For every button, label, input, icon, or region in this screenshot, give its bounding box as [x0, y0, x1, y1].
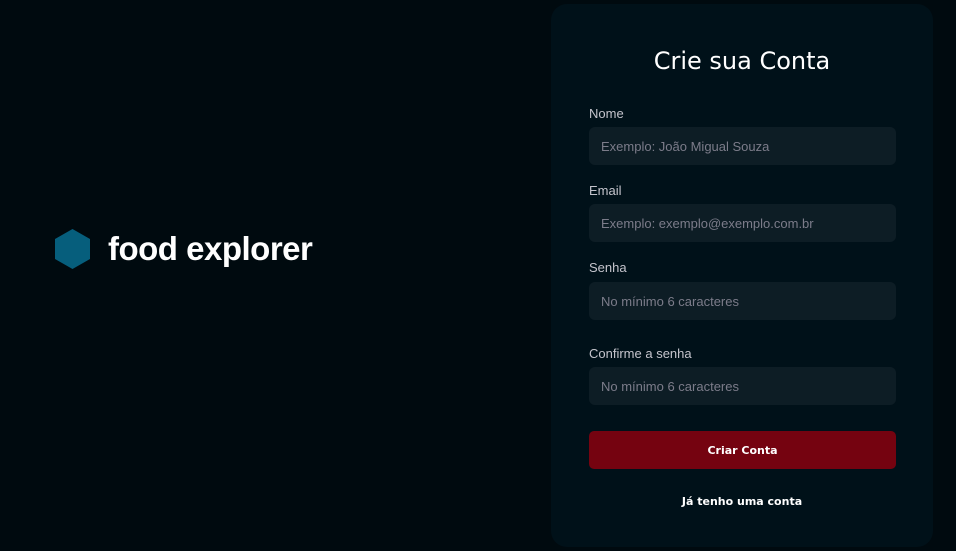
brand-name: food explorer: [108, 230, 313, 267]
email-label: Email: [589, 183, 622, 198]
confirm-password-field[interactable]: [589, 367, 896, 405]
password-label: Senha: [589, 260, 627, 275]
hexagon-icon: [55, 229, 90, 269]
login-link[interactable]: Já tenho uma conta: [551, 494, 933, 510]
signup-page: food explorer Crie sua Conta Nome Email …: [0, 0, 956, 551]
name-field[interactable]: [589, 127, 896, 165]
confirm-password-label: Confirme a senha: [589, 346, 692, 361]
page-title: Crie sua Conta: [653, 47, 831, 75]
name-label: Nome: [589, 106, 624, 121]
create-account-button[interactable]: Criar Conta: [589, 431, 896, 469]
password-field[interactable]: [589, 282, 896, 320]
signup-card: Crie sua Conta Nome Email Senha Confirme…: [551, 4, 933, 547]
brand: food explorer: [55, 228, 313, 270]
email-field[interactable]: [589, 204, 896, 242]
